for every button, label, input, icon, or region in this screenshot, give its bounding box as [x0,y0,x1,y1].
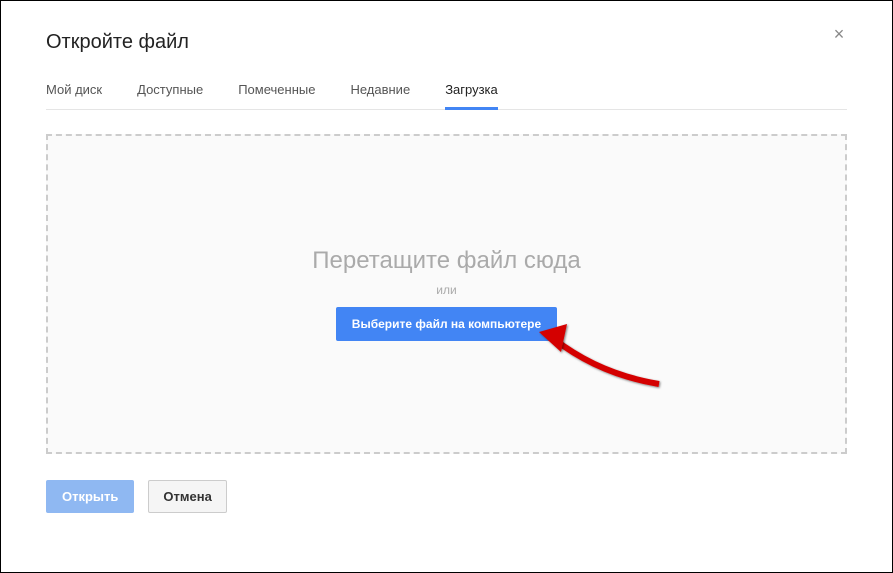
open-button[interactable]: Открыть [46,480,134,513]
cancel-button[interactable]: Отмена [148,480,226,513]
tab-starred[interactable]: Помеченные [238,74,315,109]
tab-label: Загрузка [445,82,498,97]
tab-bar: Мой диск Доступные Помеченные Недавние З… [46,74,847,110]
dropzone-or: или [436,283,456,297]
dropzone-text: Перетащите файл сюда [312,247,580,275]
tab-upload[interactable]: Загрузка [445,74,498,109]
tab-label: Недавние [350,82,410,97]
open-file-dialog: Откройте файл × Мой диск Доступные Помеч… [0,0,893,573]
dialog-header: Откройте файл × [46,31,847,54]
tab-recent[interactable]: Недавние [350,74,410,109]
dialog-title: Откройте файл [46,31,847,54]
tab-shared[interactable]: Доступные [137,74,203,109]
select-file-button[interactable]: Выберите файл на компьютере [336,307,557,341]
tab-label: Доступные [137,82,203,97]
tab-label: Помеченные [238,82,315,97]
tab-label: Мой диск [46,82,102,97]
close-icon[interactable]: × [829,25,849,45]
tab-my-drive[interactable]: Мой диск [46,74,102,109]
dialog-footer: Открыть Отмена [46,480,847,513]
file-dropzone[interactable]: Перетащите файл сюда или Выберите файл н… [46,134,847,454]
